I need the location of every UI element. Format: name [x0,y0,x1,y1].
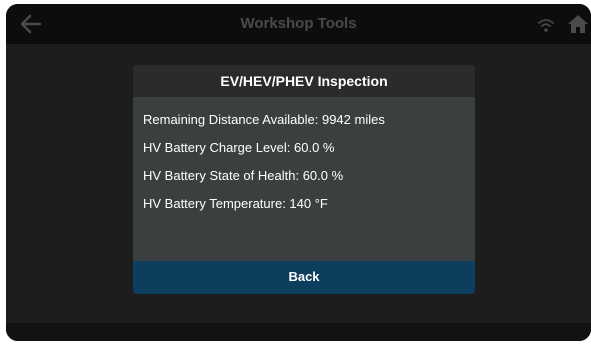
dialog-body: Remaining Distance Available: 9942 miles… [133,97,475,261]
remaining-distance-text: Remaining Distance Available: 9942 miles [143,112,385,127]
device-screen: Workshop Tools EV/HEV/PHEV Inspection Re… [6,4,591,341]
battery-state-of-health-text: HV Battery State of Health: 60.0 % [143,168,344,183]
home-icon[interactable] [566,13,590,35]
wifi-icon [538,19,554,32]
inspection-dialog: EV/HEV/PHEV Inspection Remaining Distanc… [133,65,475,294]
back-button[interactable]: Back [133,261,475,294]
battery-charge-level-text: HV Battery Charge Level: 60.0 % [143,140,335,155]
dialog-title: EV/HEV/PHEV Inspection [133,65,475,97]
battery-temperature-text: HV Battery Temperature: 140 °F [143,196,328,211]
app-title: Workshop Tools [240,15,357,32]
top-bar: Workshop Tools [6,4,591,44]
bottom-strip [6,323,591,341]
